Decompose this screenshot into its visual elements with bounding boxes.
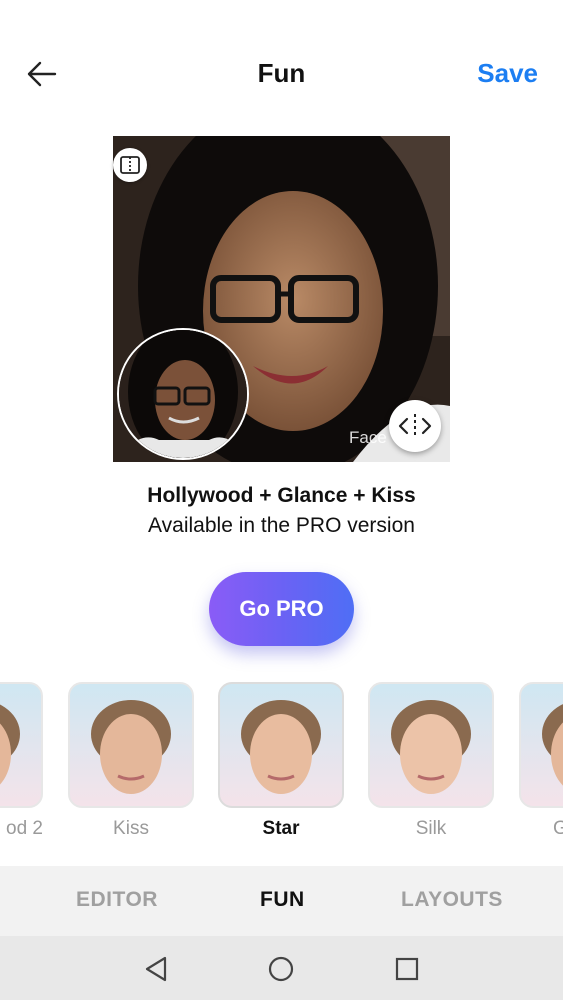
nav-back-button[interactable]: [141, 954, 171, 984]
nav-home-button[interactable]: [266, 954, 296, 984]
compare-button[interactable]: [389, 400, 441, 452]
watermark-text: Face: [349, 428, 387, 447]
filter-label: Kiss: [113, 818, 149, 839]
filter-label: Silk: [415, 818, 447, 839]
filter-thumbnail: [0, 682, 43, 808]
system-navigation-bar: [0, 936, 563, 1000]
go-pro-button[interactable]: Go PRO: [209, 572, 354, 646]
filter-name: Hollywood + Glance + Kiss: [147, 484, 416, 507]
triangle-back-icon: [145, 956, 167, 982]
circle-home-icon: [268, 956, 294, 982]
save-button[interactable]: Save: [477, 58, 538, 89]
header: Fun Save: [0, 36, 563, 110]
nav-recents-button[interactable]: [392, 954, 422, 984]
compare-arrows-icon: [398, 414, 432, 438]
filter-label: G: [553, 818, 563, 839]
split-view-button[interactable]: [113, 148, 147, 182]
filter-thumbnail: [519, 682, 563, 808]
square-recents-icon: [395, 957, 419, 981]
status-bar: [0, 0, 563, 36]
filter-item[interactable]: G: [519, 682, 563, 840]
pro-availability-text: Available in the PRO version: [148, 514, 415, 537]
tab-layouts[interactable]: LAYOUTS: [401, 888, 503, 912]
split-view-icon: [120, 156, 140, 174]
filter-thumbnail: [368, 682, 494, 808]
bottom-tab-bar: EDITOR FUN LAYOUTS: [0, 866, 563, 936]
filter-item[interactable]: Kiss: [68, 682, 194, 840]
filter-thumbnail: [68, 682, 194, 808]
filter-label: Star: [262, 818, 300, 839]
filter-thumbnail: [218, 682, 344, 808]
tab-fun[interactable]: FUN: [260, 888, 305, 912]
original-photo-thumbnail[interactable]: [117, 328, 249, 460]
filter-item-selected[interactable]: Star: [218, 682, 344, 840]
tab-editor[interactable]: EDITOR: [76, 888, 158, 912]
filter-label: od 2: [6, 818, 43, 839]
filter-item[interactable]: Silk: [368, 682, 494, 840]
filter-strip[interactable]: od 2 Kiss Star Silk G: [0, 682, 563, 842]
filter-item[interactable]: od 2: [0, 682, 43, 840]
